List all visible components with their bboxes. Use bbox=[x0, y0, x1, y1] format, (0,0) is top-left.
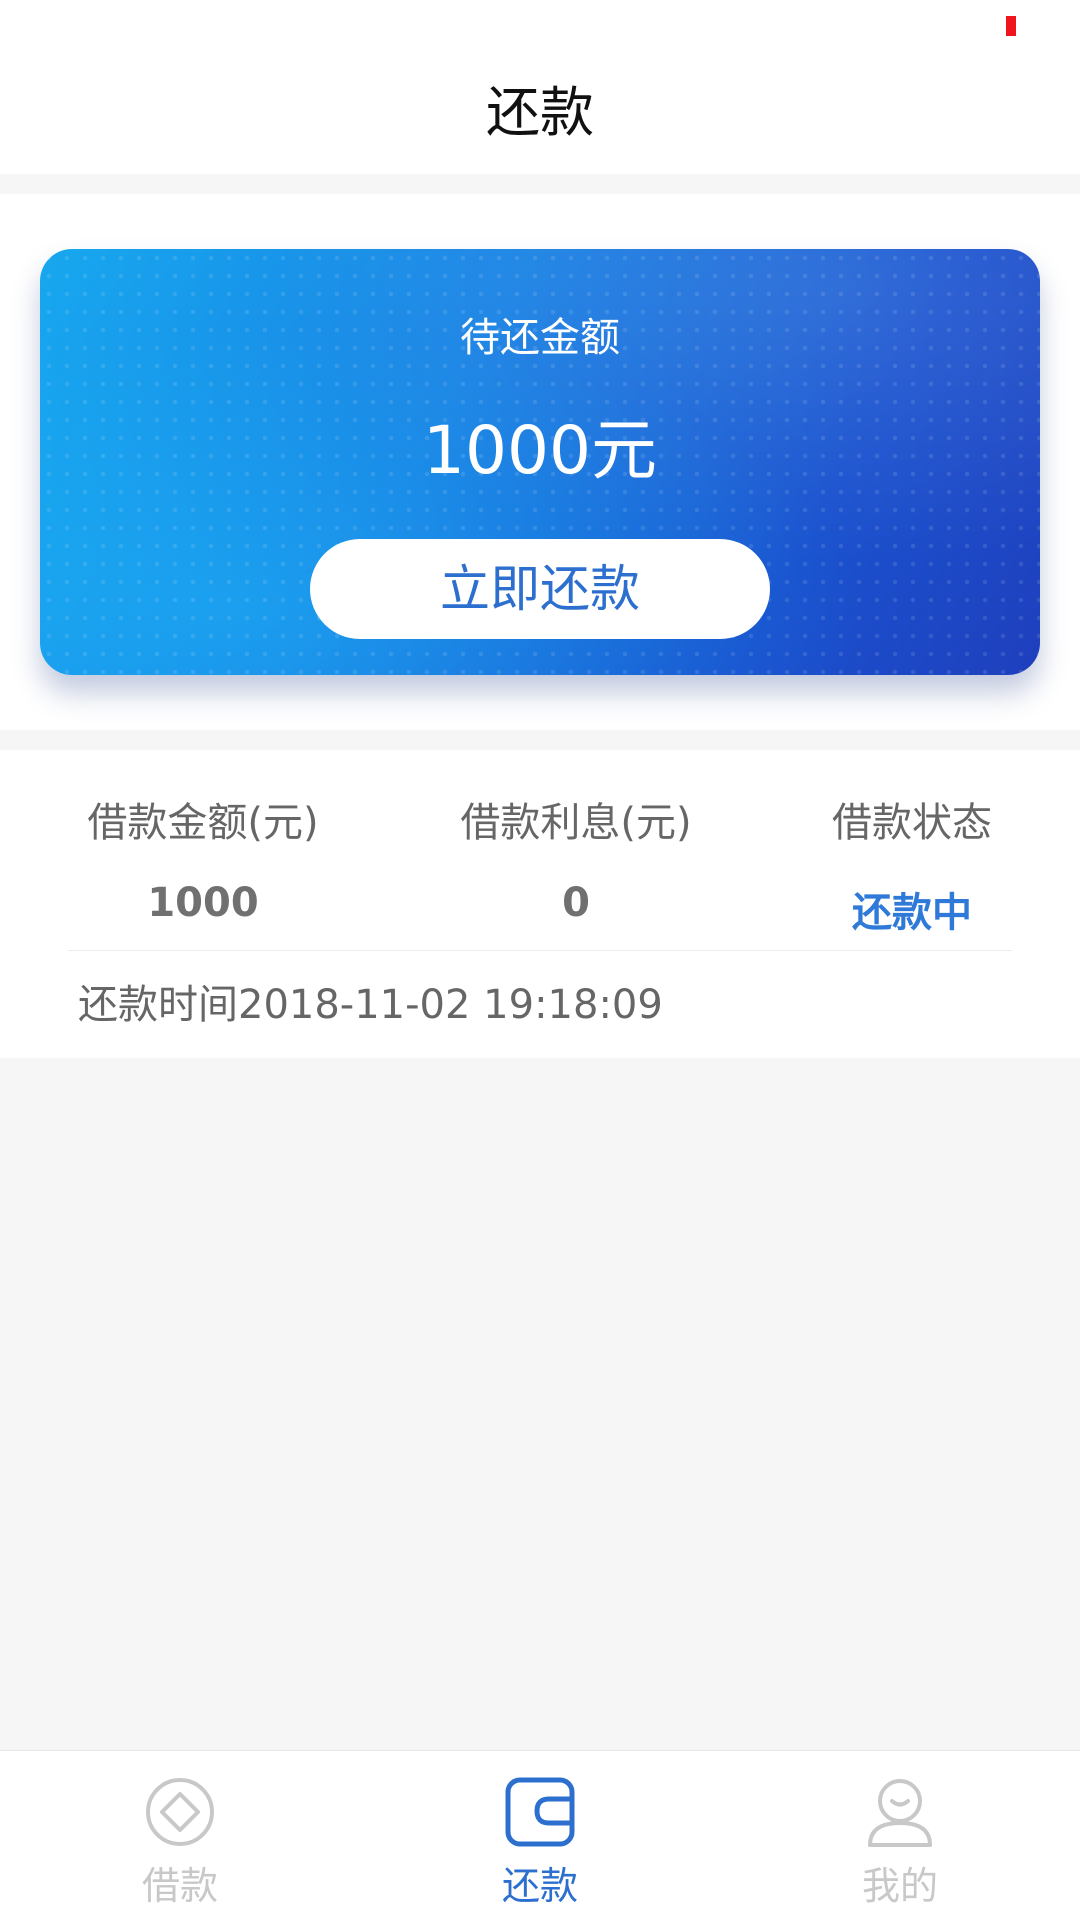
loan-amount-value: 1000 bbox=[147, 880, 259, 926]
loan-interest-value: 0 bbox=[562, 880, 590, 926]
repay-wallet-icon bbox=[505, 1777, 575, 1847]
loan-info-panel: 借款金额(元) 借款利息(元) 借款状态 1000 0 还款中 还款时间2018… bbox=[0, 750, 1080, 1058]
outstanding-amount-value: 1000元 bbox=[423, 412, 657, 489]
tab-profile[interactable]: 我的 bbox=[720, 1751, 1080, 1921]
profile-icon bbox=[868, 1779, 932, 1847]
card-section: 待还金额 1000元 立即还款 bbox=[0, 194, 1080, 730]
loan-status-header: 借款状态 bbox=[832, 800, 992, 846]
status-bar bbox=[0, 0, 1080, 60]
tab-loan-label: 借款 bbox=[141, 1864, 218, 1908]
loan-interest-header: 借款利息(元) bbox=[460, 800, 692, 846]
tab-loan[interactable]: 借款 bbox=[0, 1751, 360, 1921]
outstanding-amount-label: 待还金额 bbox=[460, 315, 620, 361]
header: 还款 bbox=[0, 60, 1080, 174]
status-indicator bbox=[1006, 16, 1016, 36]
loan-status-value: 还款中 bbox=[852, 890, 972, 936]
repay-now-button[interactable]: 立即还款 bbox=[310, 539, 770, 639]
tab-profile-label: 我的 bbox=[861, 1864, 938, 1908]
divider bbox=[68, 950, 1012, 951]
outstanding-amount-card: 待还金额 1000元 立即还款 bbox=[40, 249, 1040, 675]
loan-icon bbox=[146, 1778, 214, 1846]
tab-repay[interactable]: 还款 bbox=[360, 1751, 720, 1921]
repay-time: 还款时间2018-11-02 19:18:09 bbox=[78, 982, 663, 1028]
tab-repay-label: 还款 bbox=[501, 1864, 578, 1908]
bottom-tab-bar: 借款 还款 我的 bbox=[0, 1750, 1080, 1921]
page-title: 还款 bbox=[486, 81, 594, 144]
loan-amount-header: 借款金额(元) bbox=[87, 800, 319, 846]
